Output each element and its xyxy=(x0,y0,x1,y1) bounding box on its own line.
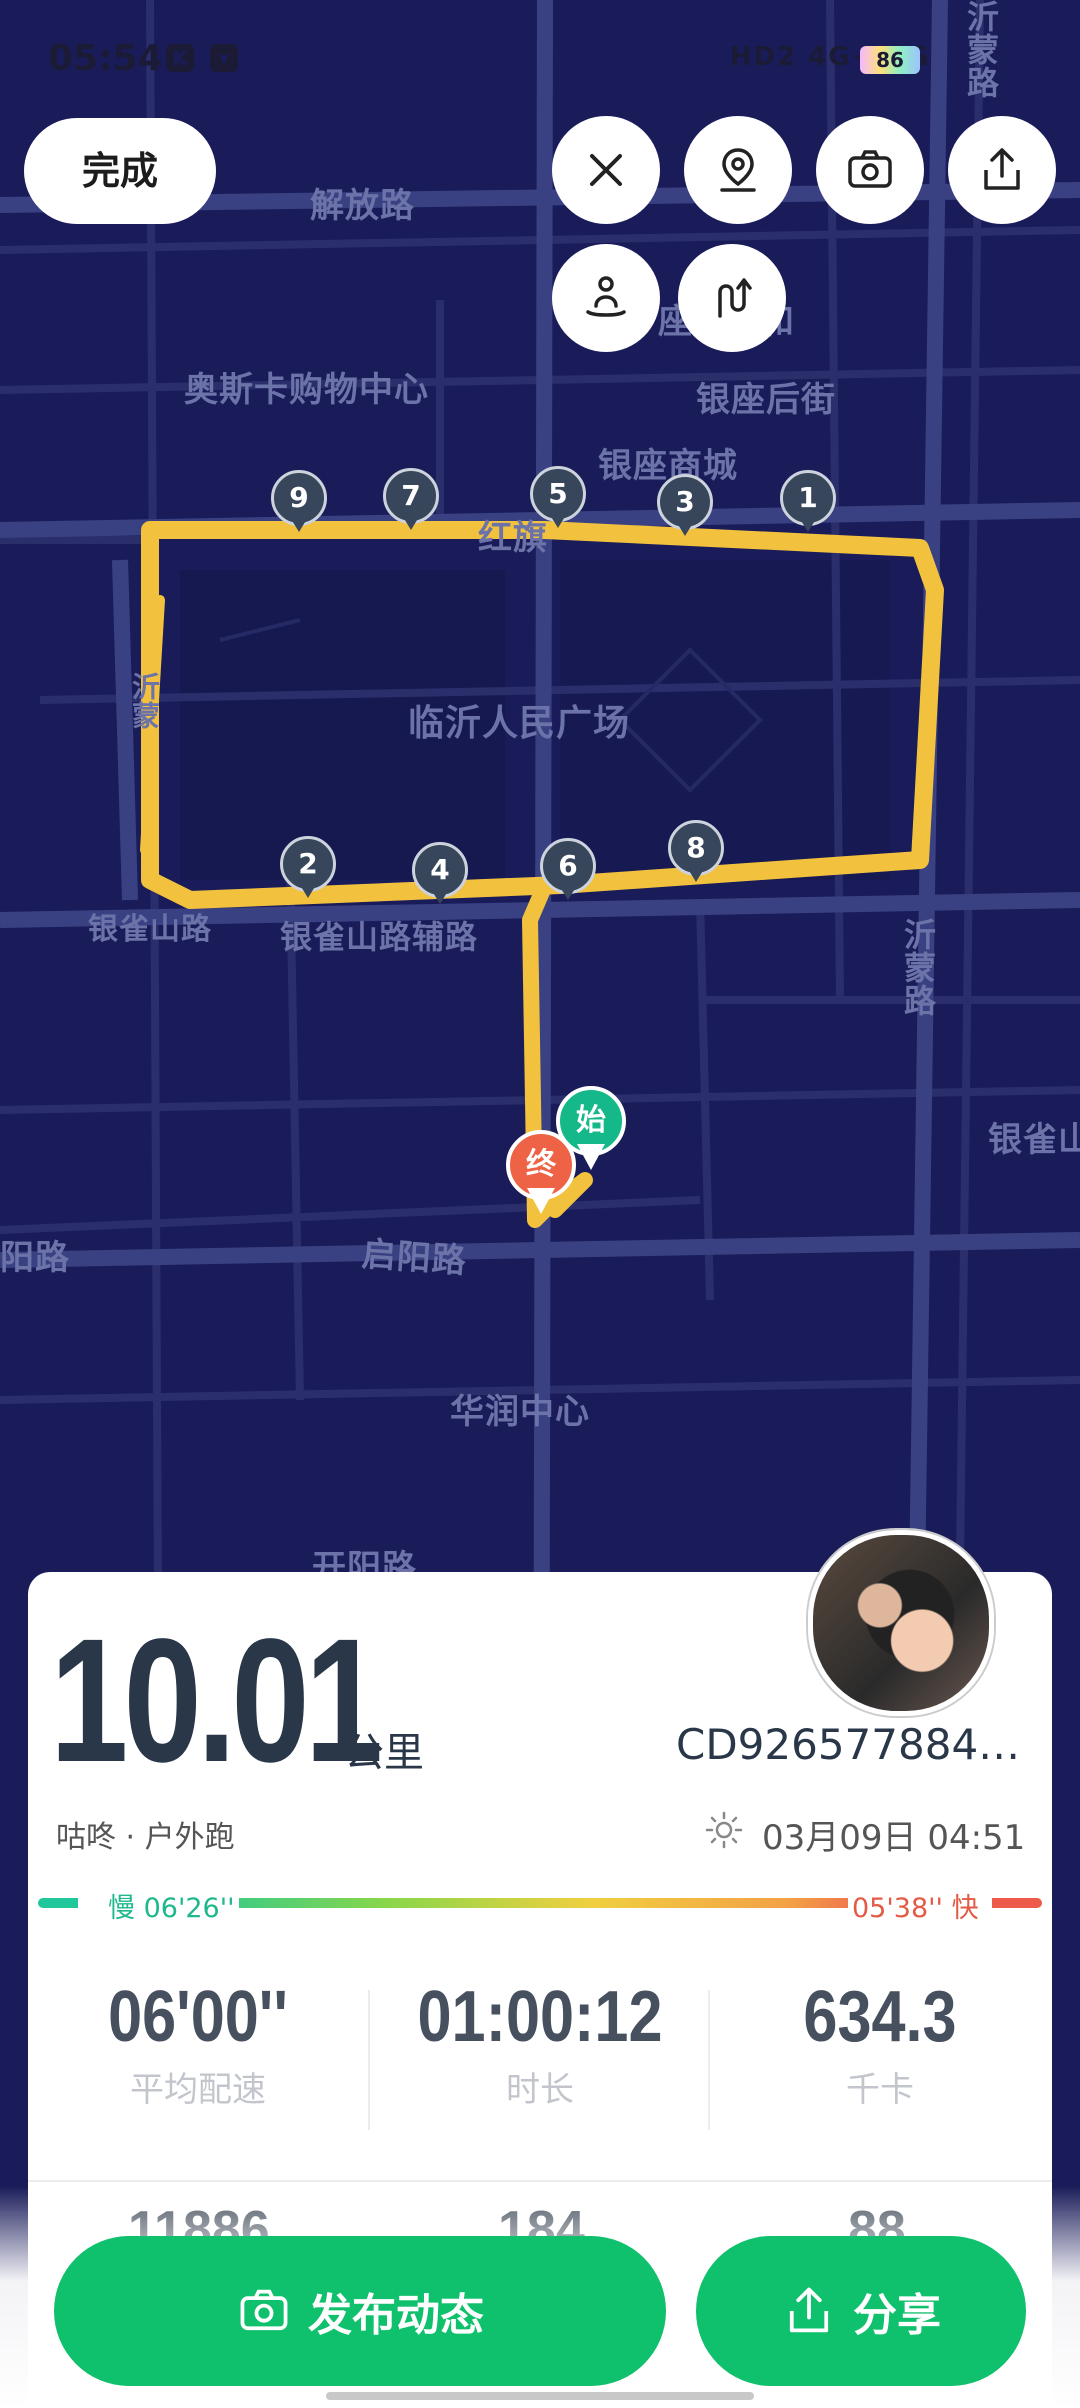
home-indicator[interactable] xyxy=(326,2392,754,2400)
stat-avg-pace: 06'00'' 平均配速 xyxy=(28,1976,368,2111)
stat-value: 06'00'' xyxy=(108,1977,288,2057)
stat-duration: 01:00:12 时长 xyxy=(370,1976,710,2111)
pace-slow-label: 慢 06'26'' xyxy=(104,1886,239,1925)
route-mode-button[interactable] xyxy=(678,244,786,352)
user-name[interactable]: CD926577884… xyxy=(676,1720,1020,1769)
camera-button[interactable] xyxy=(816,116,924,224)
stat-value: 01:00:12 xyxy=(417,1977,663,2057)
map-label-huarun: 华润中心 xyxy=(450,1392,590,1432)
map-label-fragment-3: 沂蒙 xyxy=(128,672,161,730)
share-label: 分享 xyxy=(853,2290,941,2341)
notification-message-icon: ▾ xyxy=(210,44,238,72)
map-label-yinque-aux-road: 银雀山路辅路 xyxy=(280,918,479,956)
camera-icon xyxy=(848,150,892,188)
km-marker-8[interactable]: 8 xyxy=(668,820,724,890)
post-moment-button[interactable]: 发布动态 xyxy=(54,2236,666,2386)
stat-value: 634.3 xyxy=(803,1977,957,2057)
sun-icon xyxy=(705,1811,743,1849)
distance-value: 10.01 xyxy=(50,1603,383,1799)
km-marker-6[interactable]: 6 xyxy=(540,838,596,908)
km-marker-1[interactable]: 1 xyxy=(780,470,836,540)
km-marker-9[interactable]: 9 xyxy=(271,470,327,540)
distance-unit: 公里 xyxy=(344,1730,424,1776)
share-map-button[interactable] xyxy=(948,116,1056,224)
route-icon xyxy=(718,278,752,318)
km-marker-5[interactable]: 5 xyxy=(530,466,586,536)
stat-label: 时长 xyxy=(506,2070,574,2110)
location-pin-icon xyxy=(720,148,756,192)
notification-k-icon: K xyxy=(166,44,194,72)
divider xyxy=(28,2180,1052,2182)
km-marker-2[interactable]: 2 xyxy=(280,836,336,906)
share-icon xyxy=(984,148,1020,190)
km-marker-4[interactable]: 4 xyxy=(412,842,468,912)
status-bar: 05:54 K ▾ HD2 4G+ 4G 86 xyxy=(0,0,1080,110)
map-label-yinque-right: 银雀山 xyxy=(988,1120,1080,1160)
avatar[interactable] xyxy=(808,1530,994,1716)
stat-label: 千卡 xyxy=(846,2070,914,2110)
activity-datetime: 03月09日 04:51 xyxy=(762,1818,1026,1858)
map-label-yinque-road: 银雀山路 xyxy=(88,912,212,947)
battery-icon: 86 xyxy=(860,46,927,74)
km-marker-3[interactable]: 3 xyxy=(657,474,713,544)
end-marker[interactable]: 终 xyxy=(506,1130,576,1222)
activity-type: 咕咚 · 户外跑 xyxy=(56,1820,235,1855)
camera-icon xyxy=(240,2289,288,2331)
close-button[interactable] xyxy=(552,116,660,224)
location-button[interactable] xyxy=(684,116,792,224)
avatar-mode-button[interactable] xyxy=(552,244,660,352)
map-label-oscar-mall: 奥斯卡购物中心 xyxy=(184,370,429,410)
map-label-qiyang-road: 启阳路 xyxy=(360,1234,469,1282)
status-time: 05:54 xyxy=(48,38,163,79)
stat-calories: 634.3 千卡 xyxy=(710,1976,1050,2111)
person-meditate-icon xyxy=(586,276,626,317)
done-button[interactable]: 完成 xyxy=(24,118,216,224)
map-label-yinzuo-back-street: 银座后街 xyxy=(696,380,836,420)
map-label-qiyang-left: 阳路 xyxy=(0,1238,70,1278)
stat-label: 平均配速 xyxy=(130,2070,266,2110)
close-icon xyxy=(590,154,622,186)
share-button[interactable]: 分享 xyxy=(696,2236,1026,2386)
map-label-jiefang-road: 解放路 xyxy=(310,186,415,226)
map-label-yimeng-road: 沂蒙路 xyxy=(899,918,937,1017)
map-label-square: 临沂人民广场 xyxy=(408,703,631,744)
km-marker-7[interactable]: 7 xyxy=(383,468,439,538)
post-moment-label: 发布动态 xyxy=(308,2290,484,2341)
share-icon xyxy=(789,2287,829,2333)
pace-fast-label: 05'38'' 快 xyxy=(848,1886,983,1925)
